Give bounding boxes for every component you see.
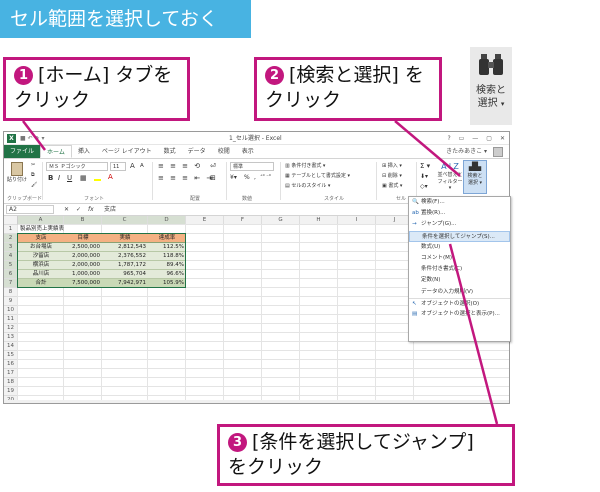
leader-line-2 [394, 120, 461, 177]
leader-lines [22, 120, 499, 425]
leader-line-1 [22, 120, 46, 151]
leader-line-3 [448, 243, 499, 425]
